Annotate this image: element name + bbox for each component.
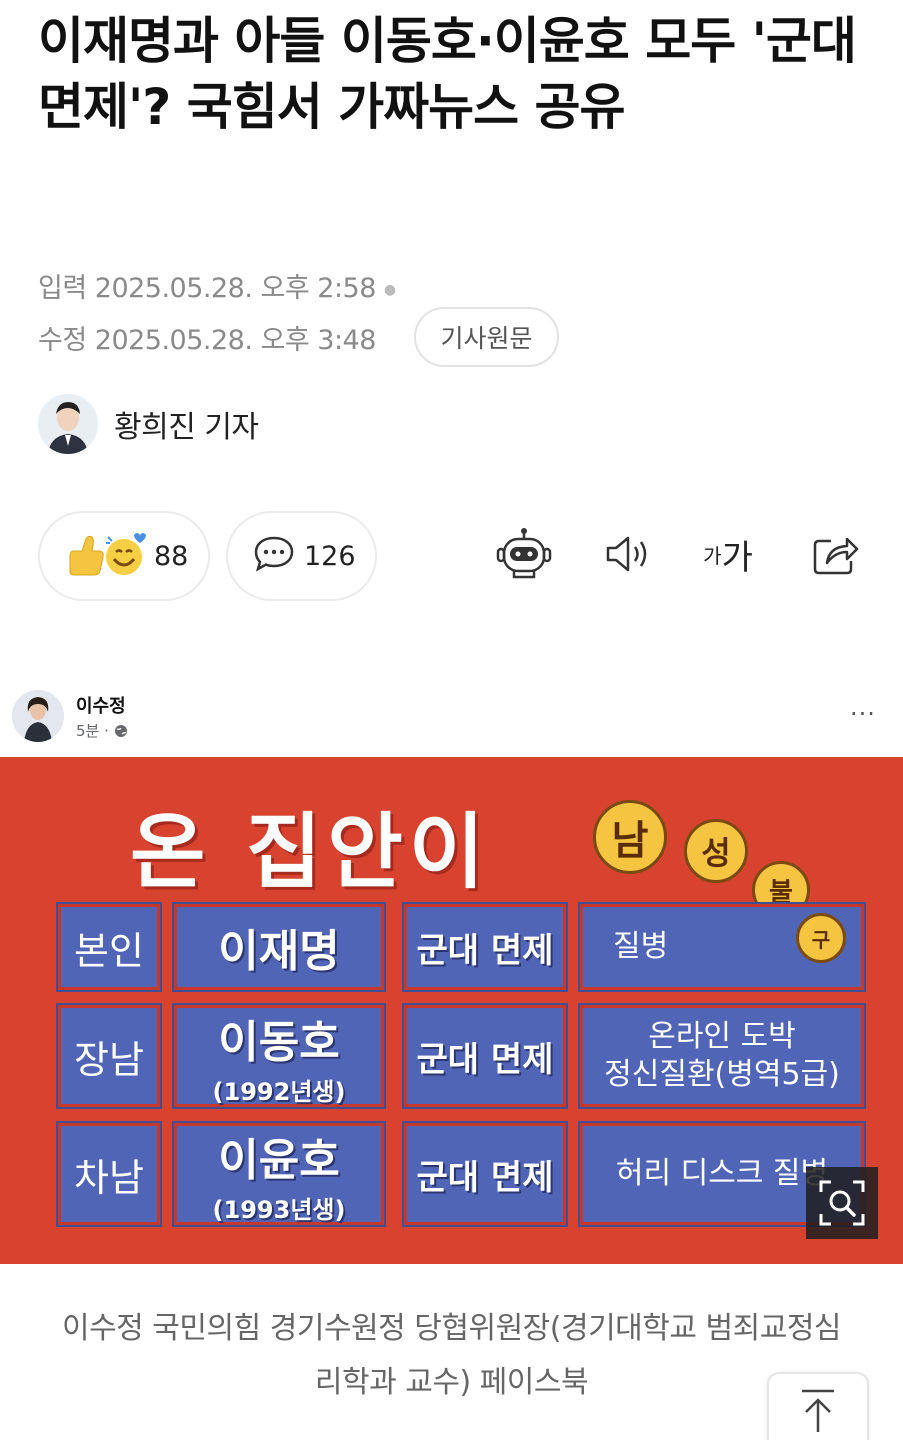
row-name-text: 이동호 — [218, 1016, 340, 1068]
separator-dot: ● — [383, 281, 396, 298]
speaker-icon — [606, 536, 647, 572]
row-status: 군대 면제 — [402, 902, 568, 992]
row-name-text: 이재명 — [218, 926, 340, 977]
font-small-label: 가 — [703, 543, 722, 568]
poster-circle-1: 남 — [593, 800, 667, 874]
fb-author-avatar[interactable] — [12, 690, 64, 742]
poster-circle-2: 성 — [684, 819, 748, 883]
modified-time: 수정 2025.05.28. 오후 3:48 — [38, 325, 376, 356]
scroll-to-top-button[interactable] — [767, 1372, 869, 1440]
comment-count: 126 — [304, 540, 356, 572]
poster-circle-4: 구 — [796, 913, 846, 963]
share-button[interactable] — [805, 522, 867, 586]
reaction-count: 88 — [154, 540, 189, 572]
row-birth-year: (1992년생) — [212, 1077, 346, 1106]
row-relation: 차남 — [56, 1121, 162, 1227]
row-reason-line1: 질병 — [613, 929, 669, 964]
poster-title: 온 집안이 — [130, 805, 491, 900]
comment-bubble-icon — [252, 534, 296, 578]
fb-author-name[interactable]: 이수정 — [76, 692, 126, 718]
comment-button[interactable]: 126 — [226, 511, 377, 601]
robot-summary-icon — [496, 528, 552, 579]
row-status: 군대 면제 — [402, 1121, 568, 1227]
more-options-icon[interactable]: ··· — [850, 700, 876, 728]
summary-bot-button[interactable] — [493, 522, 555, 586]
article-headline: 이재명과 아들 이동호·이윤호 모두 '군대면제'? 국힘서 가짜뉴스 공유 — [38, 12, 857, 136]
font-size-button[interactable]: 가가 — [697, 522, 759, 586]
row-name: 이재명 — [172, 902, 386, 992]
fb-post-time: 5분 · — [76, 720, 128, 741]
row-birth-year: (1993년생) — [212, 1195, 346, 1224]
fb-time-text: 5분 · — [76, 722, 114, 740]
font-big-label: 가 — [721, 537, 753, 578]
row-name: 이윤호 (1993년생) — [172, 1121, 386, 1227]
read-aloud-button[interactable] — [597, 522, 659, 586]
row-reason: 온라인 도박 정신질환(병역5급) — [578, 1003, 866, 1109]
facebook-post-header: 이수정 5분 · ··· — [0, 690, 903, 756]
reporter-info[interactable]: 황희진 기자 — [38, 394, 259, 454]
published-text: 입력 2025.05.28. 오후 2:58 — [38, 273, 376, 304]
row-name-text: 이윤호 — [218, 1134, 340, 1186]
image-zoom-button[interactable] — [806, 1167, 878, 1239]
reporter-name: 황희진 기자 — [114, 410, 259, 445]
row-reason-line2: 정신질환(병역5급) — [604, 1057, 840, 1092]
reaction-button[interactable]: 88 — [38, 511, 210, 601]
reaction-emoji-icon — [64, 529, 146, 583]
globe-icon — [114, 725, 127, 737]
row-reason-line1: 온라인 도박 — [648, 1019, 796, 1054]
image-caption: 이수정 국민의힘 경기수원정 당협위원장(경기대학교 범죄교정심리학과 교수) … — [61, 1311, 842, 1400]
zoom-magnifier-icon — [819, 1180, 865, 1226]
arrow-up-icon — [802, 1389, 834, 1432]
original-article-button[interactable]: 기사원문 — [414, 307, 559, 367]
share-icon — [813, 537, 859, 575]
row-relation: 장남 — [56, 1003, 162, 1109]
article-image[interactable]: 온 집안이 남 성 불 본인 이재명 군대 면제 질병 장남 이동호 (1992… — [0, 757, 903, 1264]
row-reason-line1: 허리 디스크 질병 — [615, 1156, 829, 1191]
row-status: 군대 면제 — [402, 1003, 568, 1109]
row-name: 이동호 (1992년생) — [172, 1003, 386, 1109]
reporter-avatar[interactable] — [38, 394, 98, 454]
published-time: 입력 2025.05.28. 오후 2:58 ● — [38, 266, 396, 305]
row-relation: 본인 — [56, 902, 162, 992]
